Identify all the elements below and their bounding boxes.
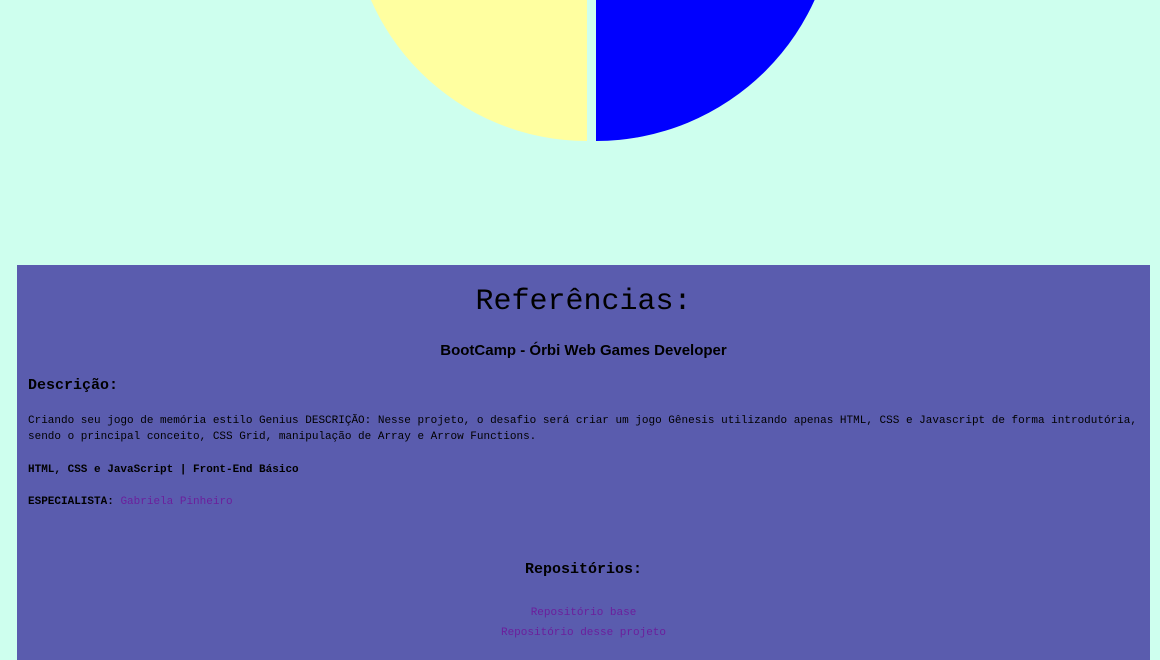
list-item: Repositório desse projeto <box>17 621 1150 641</box>
bootcamp-title: BootCamp - Órbi Web Games Developer <box>440 342 727 359</box>
repositories-title: Repositórios: <box>524 561 643 578</box>
references-footer: Referências: BootCamp - Órbi Web Games D… <box>17 265 1150 660</box>
yellow-button[interactable] <box>351 0 587 141</box>
repositories-list: Repositório base Repositório desse proje… <box>17 601 1150 641</box>
specialist-label: ESPECIALISTA: <box>28 496 114 508</box>
repo-project-link[interactable]: Repositório desse projeto <box>501 627 666 639</box>
references-title: Referências: <box>475 285 692 319</box>
specialist: ESPECIALISTA: Gabriela Pinheiro <box>28 495 233 509</box>
genius-game-board <box>0 0 1160 265</box>
description-title: Descrição: <box>28 377 119 394</box>
tech-stack: HTML, CSS e JavaScript | Front-End Básic… <box>28 464 299 476</box>
repo-base-link[interactable]: Repositório base <box>531 607 637 619</box>
description-text: Criando seu jogo de memória estilo Geniu… <box>28 415 1137 443</box>
specialist-link[interactable]: Gabriela Pinheiro <box>120 496 232 508</box>
list-item: Repositório base <box>17 601 1150 621</box>
blue-button[interactable] <box>596 0 836 141</box>
